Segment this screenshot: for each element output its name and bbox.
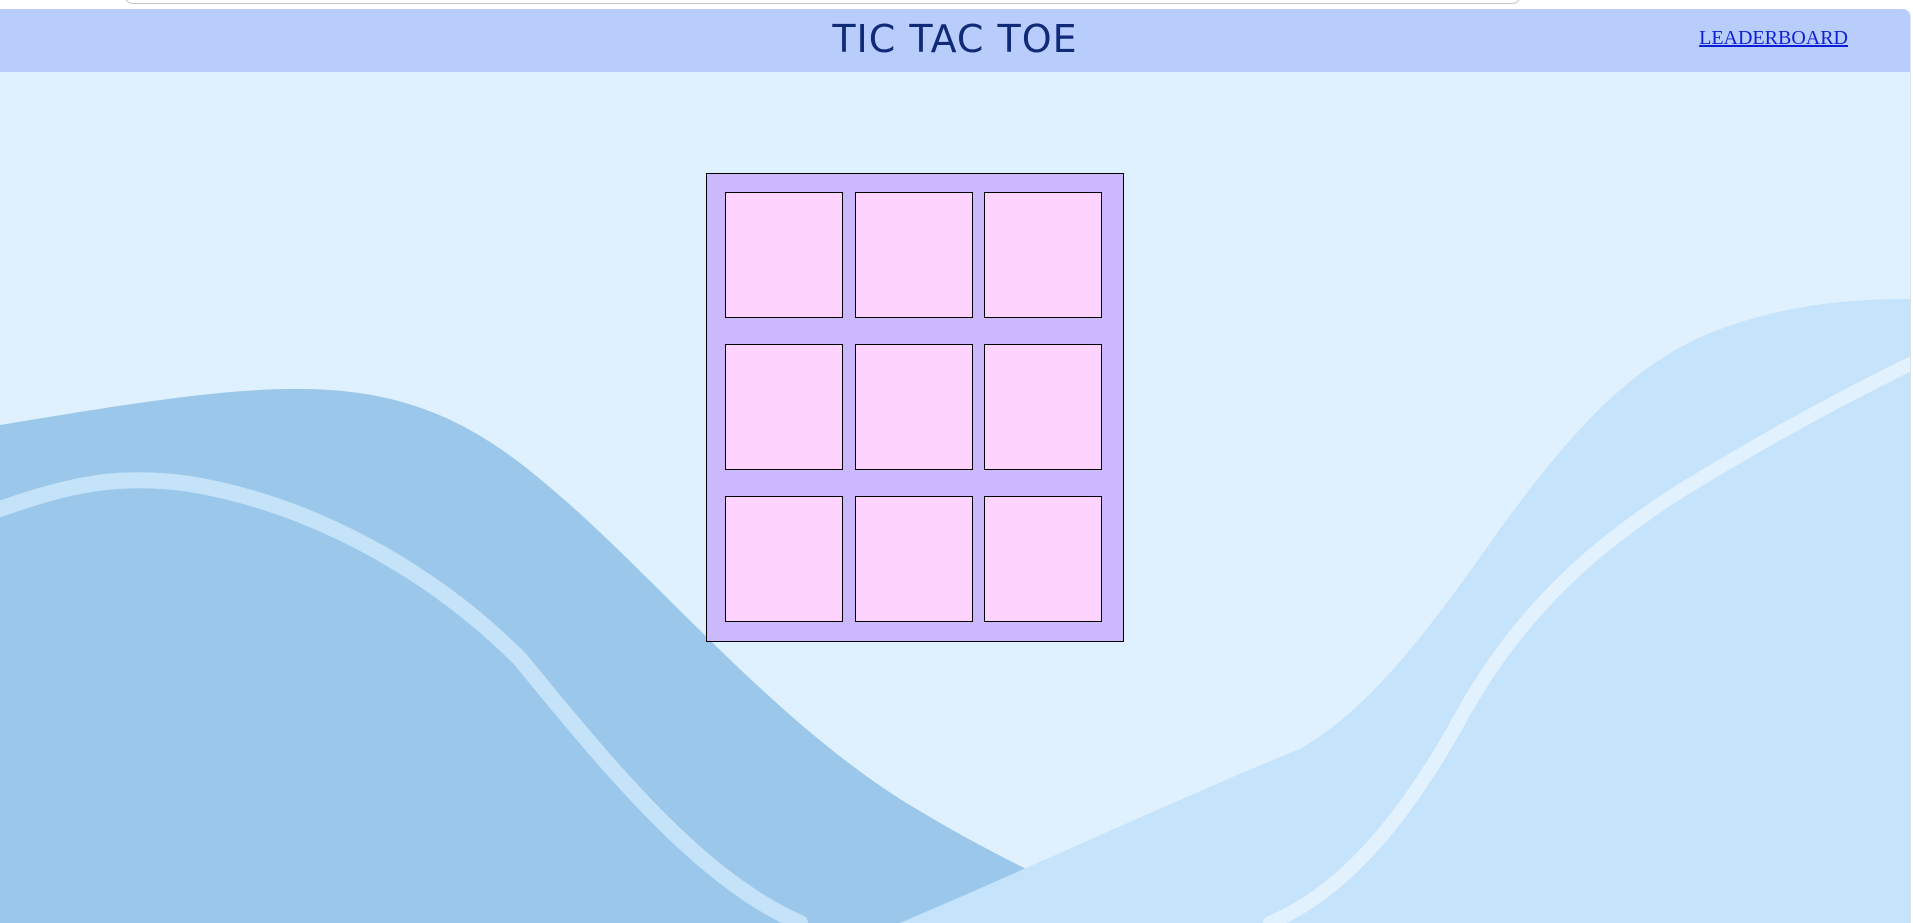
board-cell-1[interactable] (725, 192, 843, 318)
board-cell-6[interactable] (984, 344, 1102, 470)
board-cell-3[interactable] (984, 192, 1102, 318)
board-cell-8[interactable] (855, 496, 973, 622)
browser-viewport: TIC TAC TOE LEADERBOARD (0, 0, 1913, 923)
board-cell-4[interactable] (725, 344, 843, 470)
header-bar: TIC TAC TOE LEADERBOARD (0, 9, 1910, 72)
board-cell-9[interactable] (984, 496, 1102, 622)
page-title: TIC TAC TOE (832, 17, 1078, 61)
browser-address-bar[interactable] (124, 0, 1521, 4)
board-cell-7[interactable] (725, 496, 843, 622)
board-cell-2[interactable] (855, 192, 973, 318)
app-root: TIC TAC TOE LEADERBOARD (0, 9, 1911, 923)
leaderboard-link[interactable]: LEADERBOARD (1699, 27, 1848, 50)
tic-tac-toe-board (706, 173, 1124, 642)
board-cell-5[interactable] (855, 344, 973, 470)
